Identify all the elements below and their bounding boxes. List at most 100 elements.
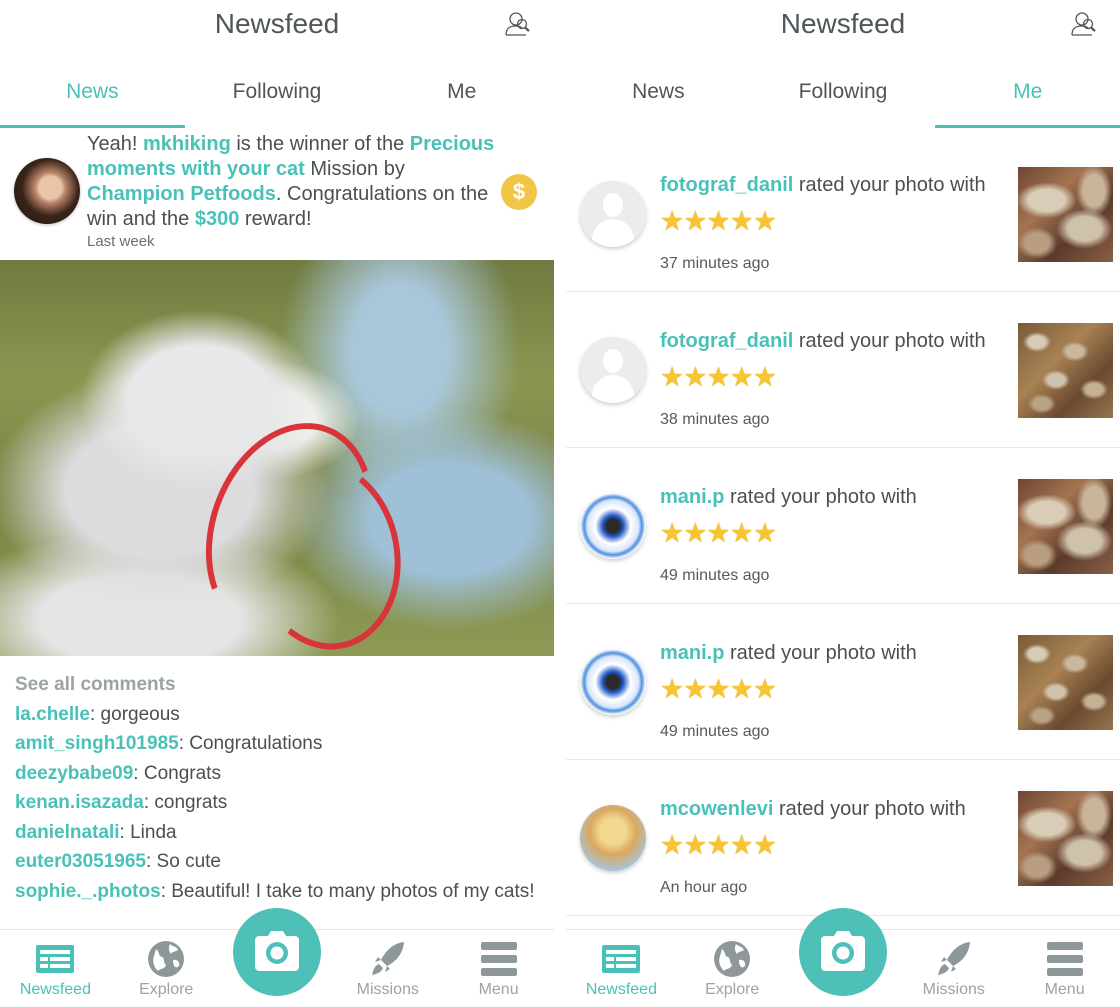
nav-explore[interactable]: Explore — [111, 930, 222, 1007]
notification-text: fotograf_danil rated your photo with — [660, 174, 986, 197]
comment-username[interactable]: kenan.isazada — [15, 792, 144, 813]
menu-icon — [1046, 942, 1083, 976]
notification-timestamp: 49 minutes ago — [660, 567, 770, 584]
notification-username[interactable]: mani.p — [660, 642, 724, 664]
winner-username-link[interactable]: mkhiking — [143, 133, 231, 155]
notification-item[interactable]: mani.p rated your photo with ★★★★★ 49 mi… — [566, 448, 1120, 604]
post-photo[interactable] — [0, 260, 554, 656]
notification-text: mani.p rated your photo with — [660, 642, 917, 665]
nav-menu[interactable]: Menu — [443, 930, 554, 1007]
tab-me[interactable]: Me — [369, 60, 554, 128]
nav-newsfeed[interactable]: Newsfeed — [566, 930, 677, 1007]
comment-text: : gorgeous — [90, 703, 180, 725]
see-all-comments-link[interactable]: See all comments — [15, 670, 535, 700]
header: Newsfeed — [0, 0, 554, 60]
search-user-button[interactable] — [1070, 10, 1100, 40]
notification-list: fotograf_danil rated your photo with ★★★… — [566, 136, 1120, 916]
camera-button[interactable] — [232, 908, 321, 996]
rated-photo-thumbnail[interactable] — [1018, 635, 1113, 730]
rated-photo-thumbnail[interactable] — [1018, 791, 1113, 886]
page-title: Newsfeed — [780, 8, 906, 39]
dollar-coin-icon: $ — [501, 174, 537, 210]
news-message: Yeah! mkhiking is the winner of the Prec… — [87, 132, 507, 232]
avatar[interactable] — [580, 649, 646, 715]
comment-username[interactable]: euter03051965 — [15, 851, 146, 872]
rated-photo-thumbnail[interactable] — [1018, 167, 1113, 262]
rocket-icon — [371, 942, 404, 975]
comment-item: sophie._.photos: Beautiful! I take to ma… — [15, 877, 535, 904]
notification-action: rated your photo with — [793, 330, 986, 352]
nav-explore[interactable]: Explore — [677, 930, 788, 1007]
notification-timestamp: An hour ago — [660, 879, 748, 896]
camera-icon — [254, 931, 299, 971]
notification-username[interactable]: mcowenlevi — [660, 798, 773, 820]
camera-button[interactable] — [798, 908, 887, 996]
star-rating: ★★★★★ — [660, 674, 777, 704]
comment-text: : Congrats — [133, 762, 221, 784]
nav-missions[interactable]: Missions — [898, 930, 1009, 1007]
notification-action: rated your photo with — [773, 798, 966, 820]
comment-username[interactable]: danielnatali — [15, 822, 120, 843]
nav-missions[interactable]: Missions — [332, 930, 443, 1007]
rated-photo-thumbnail[interactable] — [1018, 323, 1113, 418]
comment-item: amit_singh101985: Congratulations — [15, 729, 535, 759]
nav-label: Missions — [922, 981, 985, 998]
news-text-part: is the winner of the — [230, 133, 410, 155]
avatar[interactable] — [580, 493, 646, 559]
comment-username[interactable]: sophie._.photos — [15, 881, 161, 902]
nav-label: Missions — [356, 981, 419, 998]
search-user-button[interactable] — [504, 10, 534, 40]
comment-username[interactable]: la.chelle — [15, 704, 90, 725]
rocket-icon — [937, 942, 970, 975]
notification-username[interactable]: fotograf_danil — [660, 330, 793, 352]
page-title: Newsfeed — [214, 8, 340, 39]
notification-action: rated your photo with — [724, 642, 917, 664]
news-prefix: Yeah! — [87, 133, 143, 155]
notification-text: mcowenlevi rated your photo with — [660, 798, 966, 821]
notification-item[interactable]: mcowenlevi rated your photo with ★★★★★ A… — [566, 760, 1120, 916]
nav-label: Menu — [1044, 981, 1085, 998]
comment-item: euter03051965: So cute — [15, 847, 535, 877]
comment-item: la.chelle: gorgeous — [15, 700, 535, 730]
avatar[interactable] — [580, 805, 646, 871]
avatar[interactable] — [580, 337, 646, 403]
tab-bar: News Following Me — [566, 60, 1120, 128]
nav-menu[interactable]: Menu — [1009, 930, 1120, 1007]
globe-icon — [714, 941, 751, 977]
avatar[interactable] — [580, 181, 646, 247]
rated-photo-thumbnail[interactable] — [1018, 479, 1113, 574]
bottom-navigation: Newsfeed Explore Missions Menu — [0, 908, 554, 1007]
avatar[interactable] — [14, 158, 80, 224]
comment-username[interactable]: amit_singh101985 — [15, 733, 179, 754]
brand-link[interactable]: Champion Petfoods — [87, 183, 276, 205]
notification-item[interactable]: fotograf_danil rated your photo with ★★★… — [566, 292, 1120, 448]
comment-text: : So cute — [146, 851, 221, 872]
menu-icon — [480, 942, 517, 976]
tab-following[interactable]: Following — [751, 60, 936, 128]
news-text-part: reward! — [239, 208, 312, 230]
nav-label: Newsfeed — [585, 981, 657, 998]
nav-label: Menu — [478, 981, 519, 998]
notification-timestamp: 38 minutes ago — [660, 411, 770, 428]
notification-item[interactable]: fotograf_danil rated your photo with ★★★… — [566, 136, 1120, 292]
notification-username[interactable]: fotograf_danil — [660, 174, 793, 196]
tab-news[interactable]: News — [566, 60, 751, 128]
comment-username[interactable]: deezybabe09 — [15, 763, 133, 784]
tab-news[interactable]: News — [0, 60, 185, 128]
notification-item[interactable]: mani.p rated your photo with ★★★★★ 49 mi… — [566, 604, 1120, 760]
comment-text: : Linda — [119, 821, 177, 843]
nav-label: Explore — [139, 981, 194, 998]
nav-newsfeed[interactable]: Newsfeed — [0, 930, 111, 1007]
tab-me[interactable]: Me — [935, 60, 1120, 128]
notification-text: mani.p rated your photo with — [660, 486, 917, 509]
comment-text: : congrats — [143, 792, 228, 813]
news-text-part: Mission by — [304, 158, 405, 180]
search-user-icon — [1071, 12, 1096, 36]
star-rating: ★★★★★ — [660, 518, 777, 548]
notification-username[interactable]: mani.p — [660, 486, 724, 508]
tab-following[interactable]: Following — [185, 60, 370, 128]
bottom-navigation: Newsfeed Explore Missions Menu — [566, 908, 1120, 1007]
comment-item: deezybabe09: Congrats — [15, 759, 535, 789]
nav-label: Explore — [705, 981, 760, 998]
globe-icon — [148, 941, 185, 977]
